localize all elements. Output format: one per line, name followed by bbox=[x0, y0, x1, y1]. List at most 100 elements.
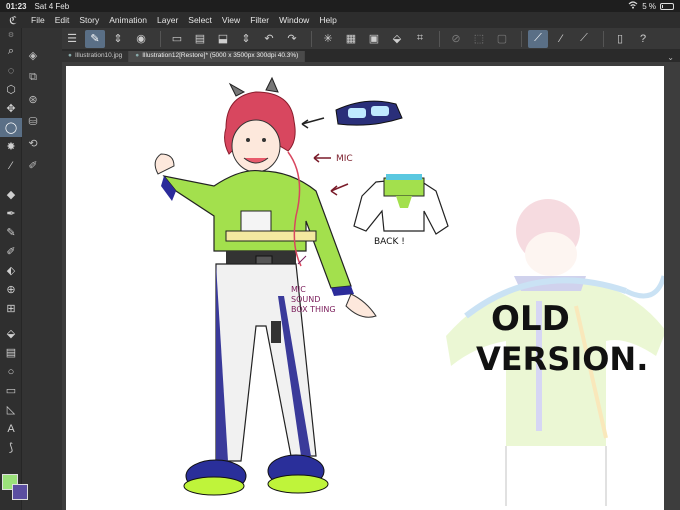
airbrush-icon[interactable]: ⬖ bbox=[0, 261, 22, 280]
sub-tool-panel: ◈ ⧉ ⊛ ⛁ ⟲ ✐ bbox=[22, 28, 62, 510]
brush-tool-icon[interactable]: ✐ bbox=[0, 242, 22, 261]
open-folder-icon[interactable]: ▤ bbox=[190, 30, 210, 48]
loading-icon[interactable]: ✳ bbox=[318, 30, 338, 48]
history-icon[interactable]: ⟲ bbox=[22, 132, 44, 154]
battery-icon bbox=[660, 2, 674, 10]
menu-animation[interactable]: Animation bbox=[104, 15, 152, 25]
pencil-icon[interactable]: ✎ bbox=[0, 223, 22, 242]
artwork-canvas[interactable]: OLD VERSION. MIC BACK ! MIC SOUND BOX TH… bbox=[66, 66, 664, 510]
ruler-icon[interactable]: ◺ bbox=[0, 400, 22, 419]
new-file-icon[interactable]: ▭ bbox=[167, 30, 187, 48]
ruler-pen-icon[interactable]: ⟋ bbox=[574, 30, 594, 48]
status-indicators: 5 % bbox=[628, 1, 674, 11]
chevron-updown-icon[interactable]: ⇕ bbox=[108, 30, 128, 48]
text-icon[interactable]: A bbox=[0, 419, 22, 438]
tool-palette: ⚙ ⌕ ◌ ⬡ ✥ ◯ ✸ ⁄ ◆ ✒ ✎ ✐ ⬖ ⊕ ⊞ ⬙ ▤ ○ ▭ ◺ … bbox=[0, 28, 22, 510]
lasso-icon[interactable]: ◌ bbox=[0, 61, 22, 80]
menu-view[interactable]: View bbox=[217, 15, 245, 25]
document-tabs: ● Illustration10.jpg ● Illustration12[Rest… bbox=[62, 50, 680, 62]
chevron-down-icon[interactable]: ⌄ bbox=[661, 53, 680, 62]
no-entry-icon[interactable]: ⊘ bbox=[446, 30, 466, 48]
gradient-icon[interactable]: ▤ bbox=[0, 343, 22, 362]
menu-file[interactable]: File bbox=[26, 15, 50, 25]
sub-color-swatch[interactable] bbox=[12, 484, 28, 500]
menu-window[interactable]: Window bbox=[274, 15, 314, 25]
magic-wand-icon[interactable]: ✸ bbox=[0, 137, 22, 156]
navigator-icon[interactable]: ⊛ bbox=[22, 88, 44, 110]
edit-icon[interactable]: ✎ bbox=[85, 29, 105, 48]
layer-stack-icon[interactable]: ⧉ bbox=[22, 66, 44, 88]
menu-help[interactable]: Help bbox=[314, 15, 341, 25]
gear-icon[interactable]: ⚙ bbox=[0, 28, 22, 42]
zoom-icon[interactable]: ⌕ bbox=[0, 42, 22, 61]
transform-icon[interactable]: ⌗ bbox=[410, 30, 430, 48]
redo-icon[interactable]: ↷ bbox=[282, 30, 302, 48]
material-icon[interactable]: ⛁ bbox=[22, 110, 44, 132]
box-icon[interactable]: ▢ bbox=[492, 30, 512, 48]
menu-select[interactable]: Select bbox=[183, 15, 217, 25]
layers-icon[interactable]: ◈ bbox=[22, 44, 44, 66]
eraser-icon[interactable]: ◆ bbox=[0, 185, 22, 204]
lasso-select-icon[interactable]: ◯ bbox=[0, 118, 22, 137]
blend-icon[interactable]: ⊕ bbox=[0, 280, 22, 299]
undo-icon[interactable]: ↶ bbox=[259, 30, 279, 48]
goggles-sketch bbox=[301, 100, 403, 129]
pen-pressure-icon[interactable]: ⟋ bbox=[528, 29, 548, 48]
divider bbox=[439, 30, 440, 47]
tab-label: Illustration10.jpg bbox=[74, 52, 123, 59]
back-label: BACK ! bbox=[374, 237, 405, 247]
tab-illustration10[interactable]: ● Illustration10.jpg bbox=[62, 51, 130, 62]
decoration-icon[interactable]: ⊞ bbox=[0, 299, 22, 318]
record-icon[interactable]: ◉ bbox=[131, 30, 151, 48]
menu-layer[interactable]: Layer bbox=[152, 15, 183, 25]
main-character bbox=[154, 76, 377, 496]
frame-icon[interactable]: ▭ bbox=[0, 381, 22, 400]
balloon-icon[interactable]: ⟆ bbox=[0, 438, 22, 457]
pen-icon[interactable]: ✒ bbox=[0, 204, 22, 223]
tab-label: Illustration12[Restore]* (5000 x 3500px … bbox=[142, 52, 299, 59]
clock: 01:23 bbox=[6, 1, 27, 11]
divider bbox=[521, 30, 522, 47]
menu-bar: ℭ File Edit Story Animation Layer Select… bbox=[0, 12, 680, 28]
mic-sound-label-1: MIC bbox=[291, 285, 306, 294]
divider bbox=[311, 30, 312, 47]
fill-bucket-icon[interactable]: ⬙ bbox=[387, 30, 407, 48]
save-icon[interactable]: ⬓ bbox=[213, 30, 233, 48]
menu-story[interactable]: Story bbox=[74, 15, 104, 25]
tab-illustration12[interactable]: ● Illustration12[Restore]* (5000 x 3500px… bbox=[129, 51, 306, 62]
tablet-icon[interactable]: ▯ bbox=[610, 30, 630, 48]
artwork-drawing: OLD VERSION. MIC BACK ! MIC SOUND BOX TH… bbox=[154, 76, 664, 506]
battery-percent: 5 % bbox=[642, 1, 656, 11]
mic-sound-label-3: BOX THING bbox=[291, 305, 336, 314]
app-window: 01:23 Sat 4 Feb 5 % ℭ File Edit Story An… bbox=[0, 0, 680, 510]
eyedropper-icon[interactable]: ⁄ bbox=[0, 156, 22, 175]
hamburger-menu-icon[interactable]: ☰ bbox=[62, 30, 82, 48]
chevron-updown-icon-2[interactable]: ⇕ bbox=[236, 30, 256, 48]
menu-filter[interactable]: Filter bbox=[245, 15, 274, 25]
brush-settings-icon[interactable]: ✐ bbox=[22, 154, 44, 176]
brush-icon[interactable]: ⁄ bbox=[551, 30, 571, 48]
mic-label: MIC bbox=[336, 154, 353, 164]
move-icon[interactable]: ✥ bbox=[0, 99, 22, 118]
help-icon[interactable]: ? bbox=[633, 30, 653, 48]
color-swatches[interactable] bbox=[2, 474, 30, 504]
version-label: VERSION. bbox=[476, 340, 648, 378]
ios-status-bar: 01:23 Sat 4 Feb 5 % bbox=[0, 0, 680, 12]
magic-select-icon[interactable]: ⬡ bbox=[0, 80, 22, 99]
divider bbox=[160, 30, 161, 47]
old-label: OLD bbox=[491, 299, 570, 339]
grid-icon[interactable]: ▦ bbox=[341, 30, 361, 48]
select-all-icon[interactable]: ▣ bbox=[364, 30, 384, 48]
app-logo-icon[interactable]: ℭ bbox=[0, 14, 26, 27]
canvas-area[interactable]: OLD VERSION. MIC BACK ! MIC SOUND BOX TH… bbox=[62, 62, 680, 510]
menu-edit[interactable]: Edit bbox=[50, 15, 75, 25]
command-bar: ☰ ✎ ⇕ ◉ ▭ ▤ ⬓ ⇕ ↶ ↷ ✳ ▦ ▣ ⬙ ⌗ ⊘ ⬚ ▢ ⟋ ⁄ … bbox=[0, 28, 680, 50]
mic-sound-label-2: SOUND bbox=[291, 295, 320, 304]
crop-icon[interactable]: ⬚ bbox=[469, 30, 489, 48]
wifi-icon bbox=[628, 1, 638, 11]
back-jacket-sketch bbox=[330, 174, 449, 235]
fill-icon[interactable]: ⬙ bbox=[0, 324, 22, 343]
divider bbox=[603, 30, 604, 47]
figure-icon[interactable]: ○ bbox=[0, 362, 22, 381]
